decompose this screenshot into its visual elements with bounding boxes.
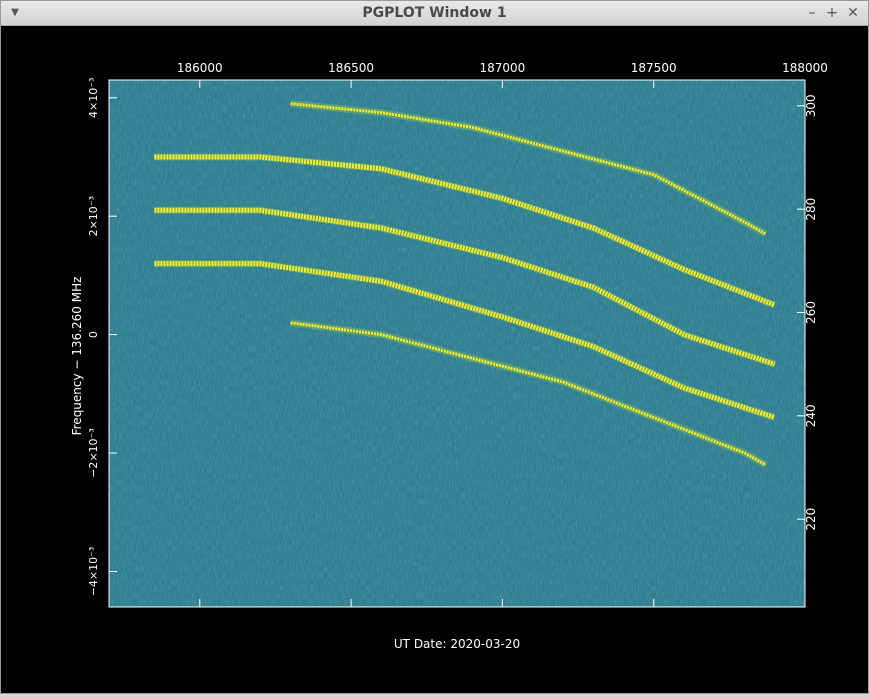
y2-tick-label-4: 300 — [804, 94, 818, 117]
y2-tick-label-0: 220 — [804, 508, 818, 531]
y2-tick-label-1: 240 — [804, 404, 818, 427]
x-tick-label-3: 187500 — [631, 61, 677, 75]
y-tick-label-0: −4×10⁻³ — [87, 547, 100, 597]
window-title: PGPLOT Window 1 — [362, 5, 507, 21]
plot-canvas: 186000 186500 187000 187500 188000 −4×10⁻³ −2×… — [2, 26, 869, 697]
title-bar[interactable]: ▼ PGPLOT Window 1 – + ✕ — [1, 1, 868, 26]
y-tick-label-4: 4×10⁻³ — [87, 78, 100, 118]
x-tick-label-0: 186000 — [177, 61, 223, 75]
y2-tick-label-3: 280 — [804, 198, 818, 221]
y-tick-label-2: 0 — [87, 331, 100, 338]
x-tick-label-1: 186500 — [328, 61, 374, 75]
pgplot-window: ▼ PGPLOT Window 1 – + ✕ 186000 186500 1870… — [0, 0, 869, 694]
minimize-button[interactable]: – — [803, 4, 821, 22]
plot-svg: 186000 186500 187000 187500 188000 −4×10⁻³ −2×… — [70, 61, 828, 651]
x-tick-label-4: 188000 — [782, 61, 828, 75]
x-tick-label-2: 187000 — [479, 61, 525, 75]
y-axis-label: Frequency − 136.260 MHz — [70, 277, 84, 436]
maximize-button[interactable]: + — [823, 4, 841, 22]
y2-tick-label-2: 260 — [804, 301, 818, 324]
y-tick-label-3: 2×10⁻³ — [87, 196, 100, 236]
y-tick-label-1: −2×10⁻³ — [87, 428, 100, 478]
close-button[interactable]: ✕ — [844, 4, 862, 22]
x-axis-label: UT Date: 2020-03-20 — [394, 637, 520, 651]
